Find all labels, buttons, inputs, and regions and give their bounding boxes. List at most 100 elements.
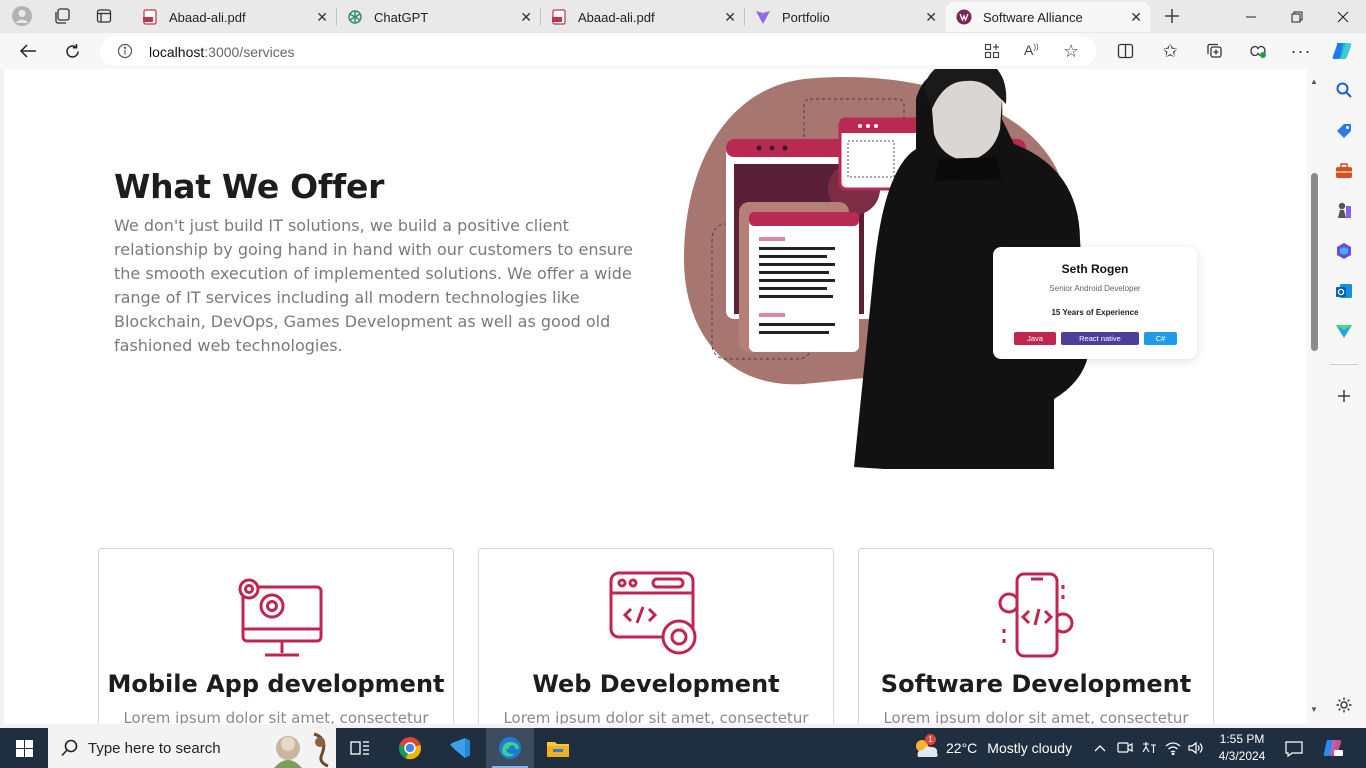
tab-strip: Abaad-ali.pdf ✕ ChatGPT ✕ Abaad-ali.pdf … — [0, 0, 1366, 33]
site-logo-icon — [956, 9, 972, 25]
refresh-icon[interactable] — [57, 37, 87, 65]
copilot-taskbar-icon[interactable] — [1322, 737, 1344, 759]
pdf-icon — [551, 9, 567, 25]
favorites-icon[interactable]: ✩ — [1155, 37, 1185, 65]
tab-portfolio[interactable]: Portfolio ✕ — [745, 2, 945, 32]
pdf-icon — [142, 9, 158, 25]
games-chess-icon[interactable] — [1333, 200, 1355, 222]
microsoft-365-icon[interactable] — [1333, 240, 1355, 262]
service-card-web[interactable]: Web Development Lorem ipsum dolor sit am… — [478, 548, 834, 724]
tab-title: Abaad-ali.pdf — [169, 9, 246, 25]
address-bar[interactable]: localhost:3000/services A)) ☆ — [100, 36, 1096, 66]
profile-role: Senior Android Developer — [1049, 284, 1141, 293]
profile-avatar-icon[interactable] — [9, 4, 35, 28]
close-tab-icon[interactable]: ✕ — [316, 9, 328, 26]
tab-title: Abaad-ali.pdf — [578, 9, 655, 25]
show-hidden-icons-chevron-icon[interactable] — [1091, 739, 1109, 757]
search-highlight-image-icon — [258, 728, 336, 768]
service-card-software[interactable]: Software Development Lorem ipsum dolor s… — [858, 548, 1214, 724]
profile-experience: 15 Years of Experience — [1051, 308, 1139, 317]
url-text[interactable]: localhost:3000/services — [149, 44, 295, 60]
service-title: Web Development — [532, 670, 780, 698]
outlook-icon[interactable] — [1333, 280, 1355, 302]
back-arrow-icon[interactable] — [13, 37, 43, 65]
tools-briefcase-icon[interactable] — [1333, 160, 1355, 182]
tab-title: Software Alliance — [983, 9, 1083, 25]
page-viewport: What We Offer We don't just build IT sol… — [4, 69, 1307, 724]
tab-chatgpt[interactable]: ChatGPT ✕ — [337, 2, 540, 32]
close-window-icon[interactable] — [1320, 0, 1366, 33]
edge-app-icon[interactable] — [486, 728, 534, 768]
chatgpt-icon — [347, 9, 363, 25]
vertical-scrollbar[interactable]: ▲ ▼ — [1307, 69, 1322, 724]
network-wifi-icon[interactable] — [1164, 739, 1182, 757]
more-options-icon[interactable]: ··· — [1286, 37, 1316, 65]
input-method-icon[interactable] — [1140, 739, 1158, 757]
tab-software-alliance[interactable]: Software Alliance ✕ — [946, 2, 1150, 32]
search-icon — [61, 739, 79, 762]
page-title: What We Offer — [114, 167, 385, 206]
service-text: Lorem ipsum dolor sit amet, consectetur — [503, 709, 809, 724]
close-tab-icon[interactable]: ✕ — [520, 9, 532, 26]
site-info-icon[interactable] — [117, 43, 133, 64]
sidebar-divider — [1330, 364, 1358, 365]
tab-abaad-pdf-1[interactable]: Abaad-ali.pdf ✕ — [132, 2, 336, 32]
profile-name: Seth Rogen — [1061, 262, 1129, 276]
notifications-icon[interactable] — [1284, 739, 1304, 759]
developer-profile-card: Seth Rogen Senior Android Developer 15 Y… — [993, 247, 1197, 359]
cloudy-weather-icon: 1 — [912, 734, 942, 759]
skill-tag: React native — [1061, 332, 1139, 345]
vite-icon — [755, 9, 771, 25]
read-aloud-icon[interactable]: A)) — [1024, 42, 1039, 58]
close-tab-icon[interactable]: ✕ — [925, 9, 937, 26]
send-drop-icon[interactable] — [1333, 320, 1355, 342]
browser-code-gear-icon — [609, 571, 697, 655]
close-tab-icon[interactable]: ✕ — [1130, 9, 1142, 26]
weather-alert-badge: 1 — [925, 734, 936, 745]
task-view-icon[interactable] — [336, 728, 384, 768]
url-host: localhost — [149, 44, 205, 60]
offer-description: We don't just build IT solutions, we bui… — [114, 216, 634, 355]
add-sidebar-app-icon[interactable] — [1333, 385, 1355, 407]
clock-time: 1:55 PM — [1219, 732, 1265, 746]
phone-code-icon — [998, 572, 1074, 658]
edge-sidebar — [1322, 69, 1366, 728]
sidebar-settings-icon[interactable] — [1333, 694, 1355, 716]
new-tab-icon[interactable] — [1159, 4, 1185, 28]
browser-essentials-icon[interactable] — [1243, 37, 1273, 65]
search-placeholder: Type here to search — [88, 740, 221, 757]
taskbar-search-box[interactable]: Type here to search — [48, 728, 336, 768]
tab-actions-icon[interactable] — [91, 4, 117, 28]
scroll-down-icon[interactable]: ▼ — [1310, 705, 1318, 714]
weather-description: Mostly cloudy — [987, 740, 1073, 756]
split-screen-icon[interactable] — [1110, 37, 1140, 65]
copilot-icon[interactable] — [1327, 37, 1357, 65]
collections-icon[interactable] — [1199, 37, 1229, 65]
file-explorer-app-icon[interactable] — [534, 728, 582, 768]
scrollbar-thumb[interactable] — [1311, 173, 1318, 351]
tab-title: Portfolio — [782, 9, 830, 25]
scroll-up-icon[interactable]: ▲ — [1310, 77, 1318, 86]
volume-icon[interactable] — [1187, 739, 1205, 757]
minimize-icon[interactable] — [1228, 0, 1274, 33]
workspaces-icon[interactable] — [49, 4, 75, 28]
url-path: :3000/services — [204, 44, 295, 60]
favorite-star-icon[interactable]: ☆ — [1063, 41, 1079, 62]
windows-start-icon[interactable] — [0, 728, 48, 768]
app-available-icon[interactable] — [984, 43, 1000, 64]
taskbar-clock[interactable]: 1:55 PM 4/3/2024 — [1212, 731, 1272, 765]
vscode-app-icon[interactable] — [436, 728, 484, 768]
restore-icon[interactable] — [1274, 0, 1320, 33]
meet-now-icon[interactable] — [1116, 739, 1134, 757]
tab-abaad-pdf-2[interactable]: Abaad-ali.pdf ✕ — [541, 2, 744, 32]
service-card-mobile[interactable]: Mobile App development Lorem ipsum dolor… — [98, 548, 454, 724]
skill-tag: Java — [1014, 332, 1056, 345]
browser-toolbar: localhost:3000/services A)) ☆ ✩ ··· — [0, 33, 1366, 69]
chrome-app-icon[interactable] — [386, 728, 434, 768]
weather-widget[interactable]: 1 22°C Mostly cloudy — [912, 728, 1072, 768]
shopping-tag-icon[interactable] — [1333, 120, 1355, 142]
windows-taskbar: Type here to search 1 22°C Mostly cloudy… — [0, 728, 1366, 768]
close-tab-icon[interactable]: ✕ — [724, 9, 736, 26]
search-icon[interactable] — [1333, 79, 1355, 101]
service-title: Mobile App development — [107, 670, 445, 698]
